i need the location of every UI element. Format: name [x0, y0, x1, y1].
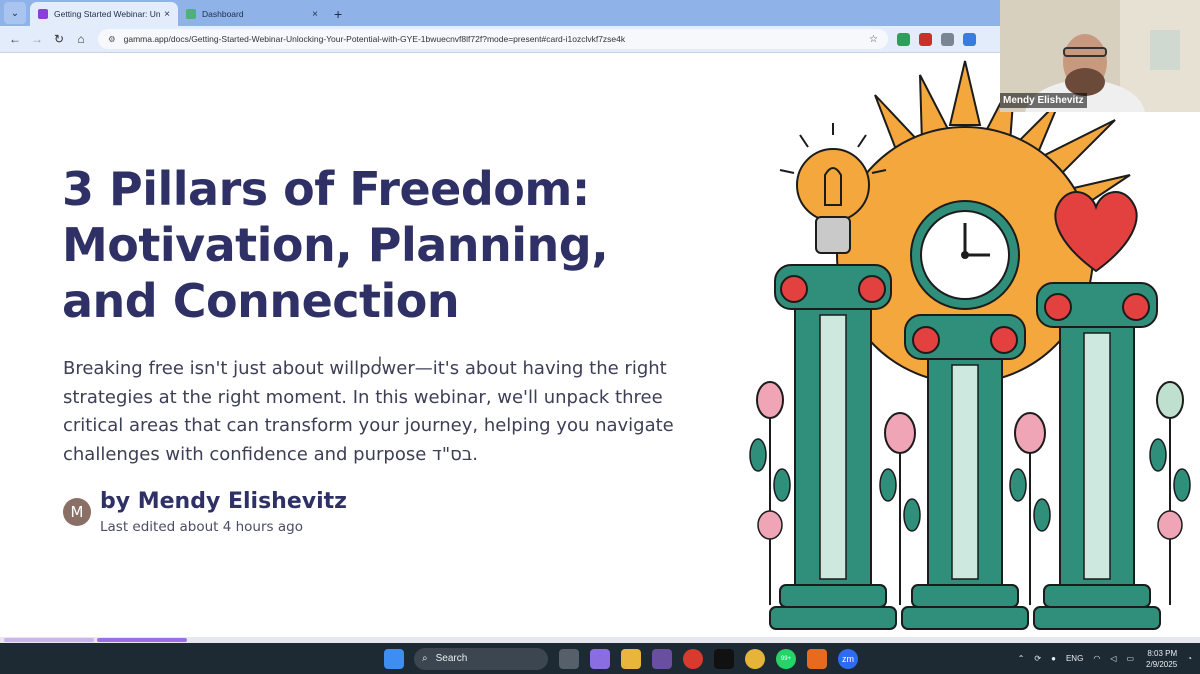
battery-icon[interactable]: ▭ [1126, 654, 1134, 663]
volume-icon[interactable]: ◁ [1110, 654, 1116, 663]
notification-badge: 99+ [780, 655, 792, 662]
tab-dashboard[interactable]: Dashboard × [178, 2, 326, 26]
reload-icon[interactable]: ↻ [48, 32, 70, 46]
chrome-icon[interactable] [745, 648, 765, 669]
extension-icon[interactable] [897, 32, 910, 46]
last-edited: Last edited about 4 hours ago [100, 519, 303, 535]
clock-icon [910, 200, 1020, 310]
file-explorer-icon[interactable] [621, 648, 641, 669]
new-tab-button[interactable]: + [334, 6, 342, 22]
tab-title: Getting Started Webinar: Unloc [54, 9, 161, 19]
home-icon[interactable]: ⌂ [70, 32, 92, 46]
address-bar[interactable]: ⚙ gamma.app/docs/Getting-Started-Webinar… [98, 29, 888, 49]
slide-body: Breaking free isn't just about willpower… [63, 358, 674, 465]
back-icon[interactable]: ← [4, 32, 26, 46]
forward-icon[interactable]: → [26, 32, 48, 46]
dashboard-favicon-icon [186, 9, 196, 19]
text-cursor-icon: I [378, 353, 382, 369]
close-icon[interactable]: × [312, 9, 318, 20]
app-icon[interactable] [807, 648, 827, 669]
heading-line: 3 Pillars of Freedom: [62, 162, 590, 216]
gamma-favicon-icon [38, 9, 48, 19]
avatar: M [63, 498, 91, 526]
progress-segment-current [97, 638, 187, 642]
clock[interactable]: 8:03 PM 2/9/2025 [1146, 648, 1177, 670]
extension-icon[interactable] [941, 32, 954, 46]
screen: ⌄ Getting Started Webinar: Unloc × Dashb… [0, 0, 1200, 674]
slide-heading: 3 Pillars of Freedom: Motivation, Planni… [62, 161, 702, 329]
chevron-up-icon[interactable]: ⌃ [1018, 654, 1025, 663]
zoom-icon[interactable]: zm [838, 648, 858, 669]
flower-icon [1009, 412, 1051, 605]
tab-webinar[interactable]: Getting Started Webinar: Unloc × [30, 2, 178, 26]
whatsapp-icon[interactable]: 99+ [776, 648, 796, 669]
flower-icon [1149, 381, 1191, 605]
taskbar: ⌕ Search 99+ zm ⌃ ⟳ ● ENG ◠ ◁ ▭ 8:03 PM … [0, 643, 1200, 674]
tab-strip: ⌄ Getting Started Webinar: Unloc × Dashb… [0, 0, 1000, 26]
app-icon[interactable] [714, 648, 734, 669]
url-text: gamma.app/docs/Getting-Started-Webinar-U… [123, 34, 626, 44]
heading-line: and Connection [62, 274, 460, 328]
extension-icon[interactable] [963, 32, 976, 46]
taskbar-search[interactable]: ⌕ Search [414, 647, 548, 670]
heading-line: Motivation, Planning, [62, 218, 609, 272]
notification-bell-icon[interactable]: ◔ [1187, 654, 1192, 663]
app-icon[interactable] [652, 648, 672, 669]
browser-toolbar: ← → ↻ ⌂ ⚙ gamma.app/docs/Getting-Started… [0, 26, 1000, 53]
sync-icon[interactable]: ⟳ [1034, 654, 1041, 663]
presentation-slide: 3 Pillars of Freedom: Motivation, Planni… [0, 53, 1200, 643]
tab-title: Dashboard [202, 9, 244, 19]
progress-segment [4, 638, 94, 642]
pillars-illustration [749, 60, 1191, 630]
system-tray: ⌃ ⟳ ● ENG ◠ ◁ ▭ 8:03 PM 2/9/2025 ◔ [1008, 643, 1192, 674]
search-label: Search [435, 653, 468, 664]
participant-name-label: Mendy Elishevitz [1000, 93, 1087, 108]
app-icon[interactable] [683, 648, 703, 669]
microphone-icon[interactable]: ● [1051, 654, 1056, 663]
flower-icon [879, 412, 921, 605]
search-icon: ⌕ [422, 653, 428, 664]
chevron-down-icon: ⌄ [10, 7, 20, 19]
author-name: by Mendy Elishevitz [100, 489, 347, 514]
windows-start-icon[interactable] [384, 648, 404, 669]
wifi-icon[interactable]: ◠ [1093, 654, 1100, 663]
task-view-icon[interactable] [559, 648, 579, 669]
copilot-icon[interactable] [590, 648, 610, 669]
time: 8:03 PM [1147, 648, 1178, 658]
flower-icon [749, 381, 791, 605]
close-icon[interactable]: × [164, 9, 170, 20]
date: 2/9/2025 [1146, 659, 1178, 669]
tab-search-button[interactable]: ⌄ [4, 2, 26, 24]
bookmark-star-icon[interactable]: ☆ [869, 34, 878, 45]
extension-icon[interactable] [919, 32, 932, 46]
site-info-icon[interactable]: ⚙ [108, 34, 116, 45]
language-indicator[interactable]: ENG [1066, 654, 1083, 663]
